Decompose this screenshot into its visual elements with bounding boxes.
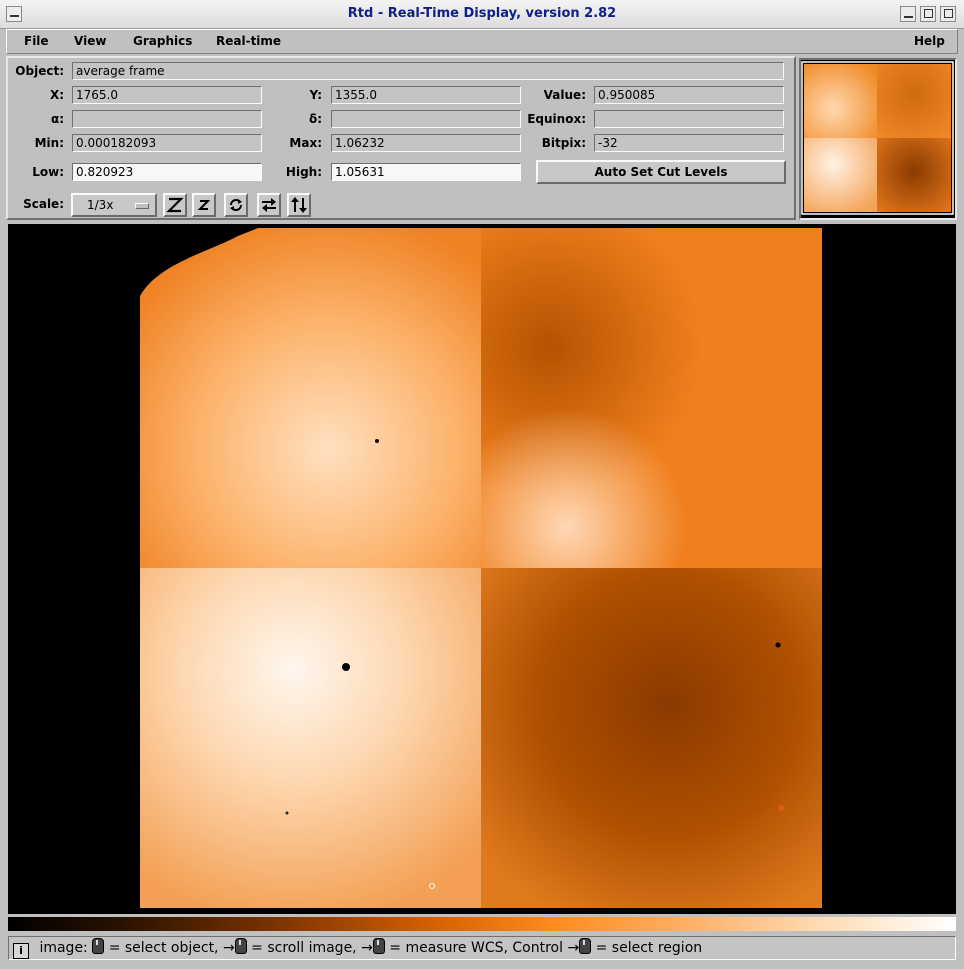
alpha-label: α: (50, 112, 64, 126)
scale-value: 1/3x (87, 198, 114, 212)
status-bar: i image: = select object, → = scroll ima… (8, 936, 956, 960)
drag-arrow-icon: → (361, 940, 373, 956)
menu-help[interactable]: Help (914, 34, 945, 48)
rotate-icon (230, 199, 242, 211)
min-label: Min: (34, 136, 64, 150)
zoom-out-button[interactable] (192, 193, 216, 217)
drag-arrow-icon: → (567, 940, 580, 956)
high-label: High: (285, 165, 322, 179)
status-select-object: = select object, (108, 940, 219, 956)
menu-graphics[interactable]: Graphics (133, 34, 192, 48)
equinox-label: Equinox: (527, 112, 586, 126)
panner-thumbnail (801, 60, 955, 218)
image-frame (8, 224, 956, 914)
x-label: X: (49, 88, 64, 102)
equinox-field[interactable] (594, 110, 784, 128)
drag-arrow-icon: → (222, 940, 235, 956)
flip-y-button[interactable] (287, 193, 311, 217)
bitpix-field[interactable]: -32 (594, 134, 784, 152)
menu-realtime[interactable]: Real-time (216, 34, 281, 48)
status-scroll-image: = scroll image, (251, 940, 357, 956)
low-input[interactable]: 0.820923 (72, 163, 262, 181)
zoom-in-button[interactable] (163, 193, 187, 217)
status-prefix: image: (39, 940, 88, 956)
flip-x-button[interactable] (257, 193, 281, 217)
info-icon: i (13, 943, 29, 959)
info-panel: Object: average frame X: 1765.0 Y: 1355.… (6, 56, 796, 220)
window-title: Rtd - Real-Time Display, version 2.82 (347, 6, 617, 21)
minimize-button[interactable] (900, 6, 916, 22)
auto-set-cut-levels-button[interactable]: Auto Set Cut Levels (536, 160, 786, 184)
zoom-in-icon (166, 197, 184, 213)
bright-star-spot (342, 663, 350, 671)
mouse-button-3-icon (372, 938, 385, 954)
close-icon (944, 9, 953, 18)
value-label: Value: (543, 88, 586, 102)
y-label: Y: (309, 88, 322, 102)
maximize-icon (924, 9, 933, 18)
delta-field[interactable] (331, 110, 521, 128)
alpha-field[interactable] (72, 110, 262, 128)
rotate-button[interactable] (224, 193, 248, 217)
scale-menubutton[interactable]: 1/3x (71, 193, 157, 217)
mouse-button-1-icon (92, 938, 105, 954)
menu-bar: File View Graphics Real-time Help (6, 29, 958, 54)
title-bar[interactable]: Rtd - Real-Time Display, version 2.82 (0, 0, 964, 29)
minimize-icon (904, 16, 913, 18)
x-field[interactable]: 1765.0 (72, 86, 262, 104)
max-label: Max: (289, 136, 322, 150)
bitpix-label: Bitpix: (541, 136, 586, 150)
delta-label: δ: (308, 112, 322, 126)
menubutton-indicator-icon (135, 203, 149, 209)
y-field[interactable]: 1355.0 (331, 86, 521, 104)
menu-file[interactable]: File (24, 34, 49, 48)
flip-y-icon (291, 197, 307, 213)
mouse-button-1-icon (579, 938, 592, 954)
status-select-region: = select region (595, 940, 703, 956)
value-field[interactable]: 0.950085 (594, 86, 784, 104)
menu-view[interactable]: View (74, 34, 106, 48)
scale-label: Scale: (23, 197, 64, 211)
zoom-out-icon (197, 200, 211, 210)
panner-view[interactable] (799, 58, 957, 220)
min-field[interactable]: 0.000182093 (72, 134, 262, 152)
high-input[interactable]: 1.05631 (331, 163, 521, 181)
object-field[interactable]: average frame (72, 62, 784, 80)
close-button[interactable] (940, 6, 956, 22)
status-measure-wcs: = measure WCS, Control (389, 940, 563, 956)
maximize-button[interactable] (920, 6, 936, 22)
mouse-button-2-icon (234, 938, 247, 954)
object-label: Object: (15, 64, 64, 78)
colorbar[interactable] (8, 917, 956, 931)
low-label: Low: (32, 165, 64, 179)
image-canvas[interactable] (8, 224, 956, 914)
max-field[interactable]: 1.06232 (331, 134, 521, 152)
flip-x-icon (262, 198, 276, 212)
